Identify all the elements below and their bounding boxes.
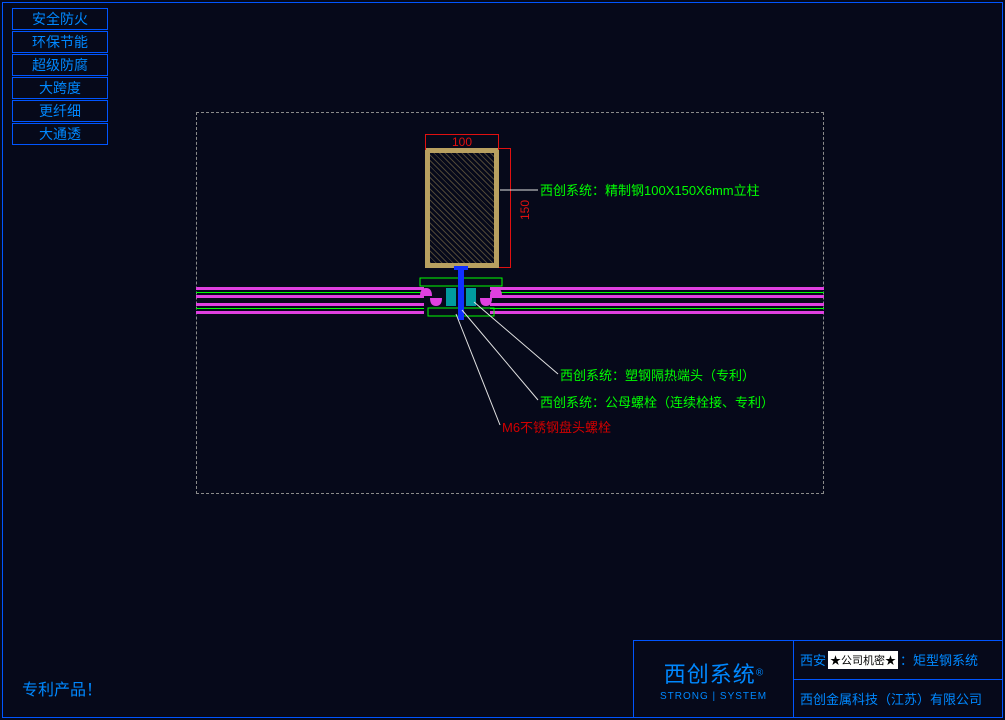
callout-thermal: 西创系统：塑钢隔热端头（专利） [560, 365, 755, 384]
rail-magenta [490, 303, 824, 306]
dimension-width: 100 [425, 134, 499, 149]
dimension-height-value: 150 [518, 200, 532, 220]
title-row1-suffix: ：矩型钢系统 [900, 650, 978, 669]
feature-item: 大跨度 [12, 77, 108, 99]
title-row-1: 西安 ★公司机密★ ：矩型钢系统 [794, 641, 1002, 680]
rail-magenta [196, 311, 424, 314]
feature-item: 环保节能 [12, 31, 108, 53]
feature-list: 安全防火 环保节能 超级防腐 大跨度 更纤细 大通透 [12, 8, 108, 146]
feature-item: 更纤细 [12, 100, 108, 122]
rail-magenta [196, 287, 424, 290]
rail-green [196, 308, 424, 309]
joint-assembly [420, 278, 502, 316]
feature-item: 安全防火 [12, 8, 108, 30]
rail-magenta [196, 295, 424, 298]
joint-svg [420, 278, 502, 322]
callout-bolt-pair: 西创系统：公母螺栓（连续栓接、专利） [540, 392, 774, 411]
callout-column: 西创系统：精制钢100X150X6mm立柱 [540, 180, 760, 199]
rail-green [490, 308, 824, 309]
feature-item: 大通透 [12, 123, 108, 145]
title-block-right: 西安 ★公司机密★ ：矩型钢系统 西创金属科技（江苏）有限公司 [794, 641, 1002, 717]
hatch-pattern [425, 148, 499, 268]
confidential-badge: ★公司机密★ [828, 651, 898, 669]
rail-green [196, 292, 424, 293]
logo-cell: 西创系统® STRONG | SYSTEM [634, 641, 794, 717]
rail-magenta [490, 295, 824, 298]
title-block: 西创系统® STRONG | SYSTEM 西安 ★公司机密★ ：矩型钢系统 西… [633, 640, 1003, 718]
callout-bolt-m6: M6不锈钢盘头螺栓 [502, 417, 611, 436]
dimension-width-value: 100 [452, 135, 472, 149]
title-row-2: 西创金属科技（江苏）有限公司 [794, 680, 1002, 718]
title-row1-prefix: 西安 [800, 650, 826, 669]
rail-magenta [490, 311, 824, 314]
rail-magenta [490, 287, 824, 290]
dimension-height-line [510, 148, 511, 268]
logo-text: 西创系统 [664, 662, 756, 687]
logo-registered: ® [756, 667, 763, 678]
feature-item: 超级防腐 [12, 54, 108, 76]
steel-column [425, 148, 499, 268]
rail-magenta [196, 303, 424, 306]
rail-green [490, 292, 824, 293]
patent-notice: 专利产品！ [22, 676, 102, 700]
logo-subtext: STRONG | SYSTEM [660, 691, 767, 702]
